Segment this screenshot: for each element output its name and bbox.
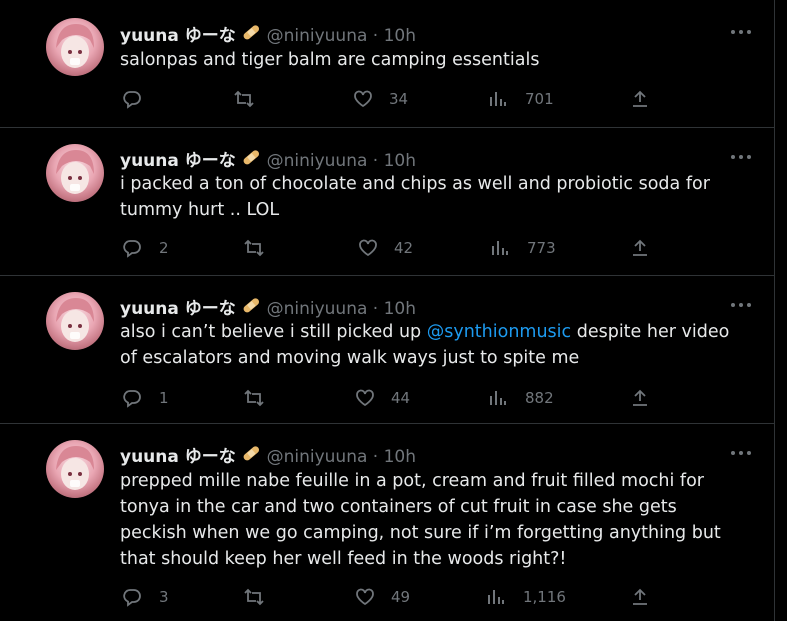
tweet[interactable]: yuuna ゆーな @niniyuuna · 10h salonpas and … (0, 0, 774, 128)
like-count: 49 (391, 588, 411, 606)
more-dots-icon[interactable] (731, 301, 753, 309)
more-dots-icon[interactable] (731, 28, 753, 36)
tweet[interactable]: yuuna ゆーな @niniyuuna · 10h also i can’t … (0, 276, 774, 424)
reply-button[interactable]: 2 (122, 238, 182, 258)
repost-button[interactable] (243, 388, 303, 408)
bandage-emoji (241, 150, 261, 171)
tweet-feed: yuuna ゆーな @niniyuuna · 10h salonpas and … (0, 0, 775, 621)
view-count: 882 (525, 389, 554, 407)
repost-arrows-icon (234, 90, 254, 108)
handle-and-time[interactable]: @niniyuuna · 10h (267, 26, 416, 46)
share-upload-icon (633, 239, 647, 256)
reply-button[interactable]: 3 (122, 587, 182, 607)
heart-icon (359, 239, 377, 257)
reply-button[interactable]: 1 (122, 388, 182, 408)
view-count: 1,116 (523, 588, 566, 606)
speech-bubble-icon (123, 240, 141, 258)
handle-and-time[interactable]: @niniyuuna · 10h (267, 151, 416, 171)
bandage-emoji (241, 446, 261, 467)
tweet[interactable]: yuuna ゆーな @niniyuuna · 10h prepped mille… (0, 424, 774, 621)
display-name[interactable]: yuuna ゆーな (120, 299, 236, 319)
views-button[interactable]: 1,116 (486, 587, 576, 607)
views-button[interactable]: 882 (488, 388, 568, 408)
avatar[interactable] (46, 292, 104, 350)
share-button[interactable] (630, 388, 652, 408)
heart-icon (354, 90, 372, 108)
tweet-header: yuuna ゆーな @niniyuuna · 10h (120, 442, 416, 467)
share-button[interactable] (630, 587, 652, 607)
bar-chart-icon (490, 92, 506, 106)
like-button[interactable]: 44 (354, 388, 424, 408)
share-button[interactable] (630, 89, 652, 109)
mention-link[interactable]: @synthionmusic (427, 322, 571, 342)
speech-bubble-icon (123, 390, 141, 408)
more-dots-icon[interactable] (731, 449, 753, 457)
avatar[interactable] (46, 18, 104, 76)
tweet-text: salonpas and tiger balm are camping esse… (120, 50, 540, 70)
bandage-emoji (241, 298, 261, 319)
like-button[interactable]: 49 (354, 587, 424, 607)
like-count: 42 (394, 239, 414, 257)
avatar[interactable] (46, 440, 104, 498)
like-count: 44 (391, 389, 411, 407)
share-upload-icon (633, 90, 647, 107)
speech-bubble-icon (123, 589, 141, 607)
reply-count: 2 (159, 239, 169, 257)
reply-count: 1 (159, 389, 169, 407)
bar-chart-icon (492, 241, 508, 255)
bandage-emoji (241, 25, 261, 46)
heart-icon (356, 389, 374, 407)
tweet[interactable]: yuuna ゆーな @niniyuuna · 10h i packed a to… (0, 128, 774, 276)
tweet-header: yuuna ゆーな @niniyuuna · 10h (120, 294, 416, 319)
heart-icon (356, 588, 374, 606)
tweet-header: yuuna ゆーな @niniyuuna · 10h (120, 21, 416, 46)
like-count: 34 (389, 90, 409, 108)
view-count: 701 (525, 90, 554, 108)
repost-button[interactable] (233, 89, 293, 109)
display-name[interactable]: yuuna ゆーな (120, 447, 236, 467)
share-upload-icon (633, 588, 647, 605)
avatar[interactable] (46, 144, 104, 202)
handle-and-time[interactable]: @niniyuuna · 10h (267, 447, 416, 467)
tweet-text: also i can’t believe i still picked up @… (120, 322, 730, 368)
views-button[interactable]: 701 (488, 89, 568, 109)
repost-arrows-icon (244, 588, 264, 606)
tweet-header: yuuna ゆーな @niniyuuna · 10h (120, 146, 416, 171)
display-name[interactable]: yuuna ゆーな (120, 151, 236, 171)
more-dots-icon[interactable] (731, 153, 753, 161)
reply-count: 3 (159, 588, 169, 606)
repost-arrows-icon (244, 239, 264, 257)
repost-button[interactable] (243, 587, 303, 607)
handle-and-time[interactable]: @niniyuuna · 10h (267, 299, 416, 319)
bar-chart-icon (488, 590, 504, 604)
share-upload-icon (633, 389, 647, 406)
scrollbar[interactable] (775, 0, 787, 621)
like-button[interactable]: 42 (357, 238, 427, 258)
bar-chart-icon (490, 391, 506, 405)
speech-bubble-icon (123, 91, 141, 109)
like-button[interactable]: 34 (352, 89, 422, 109)
reply-button[interactable] (122, 89, 182, 109)
repost-button[interactable] (243, 238, 303, 258)
tweet-text: prepped mille nabe feuille in a pot, cre… (120, 471, 721, 569)
view-count: 773 (527, 239, 556, 257)
views-button[interactable]: 773 (490, 238, 570, 258)
tweet-text: i packed a ton of chocolate and chips as… (120, 174, 710, 220)
repost-arrows-icon (244, 389, 264, 407)
display-name[interactable]: yuuna ゆーな (120, 26, 236, 46)
share-button[interactable] (630, 238, 652, 258)
